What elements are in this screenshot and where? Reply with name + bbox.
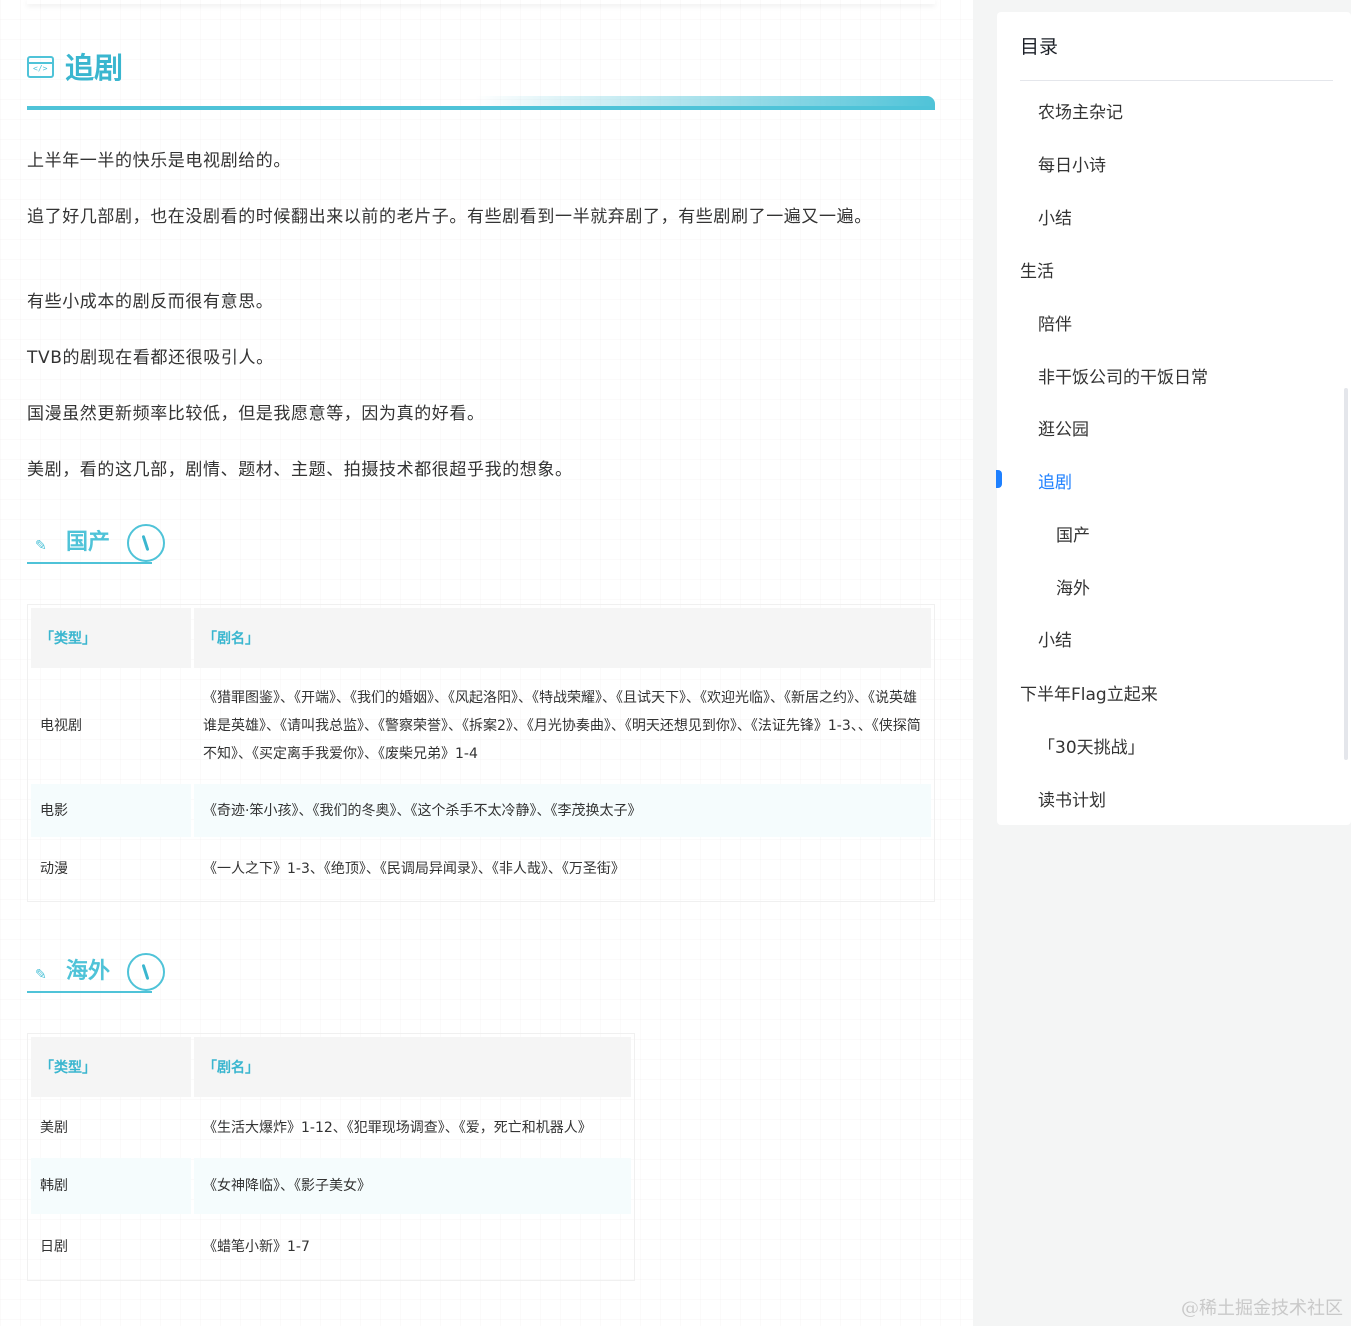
table-row: 电影 《奇迹·笨小孩》、《我们的冬奥》、《这个杀手不太冷静》、《李茂换太子》 xyxy=(31,784,931,837)
subheading-domestic: ✎ 国产 xyxy=(27,524,167,566)
pen-badge-icon xyxy=(127,953,165,991)
overseas-table: 「类型」 「剧名」 美剧 《生活大爆炸》1-12、《犯罪现场调查》、《爱，死亡和… xyxy=(27,1033,635,1281)
toc-item[interactable]: 小结 xyxy=(1038,204,1072,229)
toc-scrollbar[interactable] xyxy=(1344,388,1348,760)
toc-title: 目录 xyxy=(1020,36,1059,58)
code-window-icon: </> xyxy=(27,56,54,78)
article-top-edge xyxy=(27,0,935,4)
table-cell: 美剧 xyxy=(40,1119,68,1136)
article-content: </> 追剧 上半年一半的快乐是电视剧给的。 追了好几部剧，也在没剧看的时候翻出… xyxy=(0,0,973,1326)
pencil-icon: ✎ xyxy=(35,538,47,554)
table-row: 动漫 《一人之下》1-3、《绝顶》、《民调局异闻录》、《非人哉》、《万圣街》 xyxy=(31,840,931,898)
table-cell: 韩剧 xyxy=(31,1158,191,1214)
paragraph: 国漫虽然更新频率比较低，但是我愿意等，因为真的好看。 xyxy=(27,404,485,424)
toc-item[interactable]: 逛公园 xyxy=(1038,415,1089,440)
table-cell: 动漫 xyxy=(40,861,68,877)
toc-item[interactable]: 小结 xyxy=(1038,626,1072,651)
watermark: @稀土掘金技术社区 xyxy=(1181,1298,1343,1319)
table-cell: 《猎罪图鉴》、《开端》、《我们的婚姻》、《风起洛阳》、《特战荣耀》、《且试天下》… xyxy=(203,690,921,762)
toc-item[interactable]: 非干饭公司的干饭日常 xyxy=(1038,363,1208,388)
table-cell: 电影 xyxy=(31,784,191,837)
paragraph: 上半年一半的快乐是电视剧给的。 xyxy=(27,151,291,171)
domestic-table: 「类型」 「剧名」 电视剧 《猎罪图鉴》、《开端》、《我们的婚姻》、《风起洛阳》… xyxy=(27,604,935,902)
table-cell: 《女神降临》、《影子美女》 xyxy=(194,1158,631,1214)
section-title: 追剧 xyxy=(65,51,124,85)
table-header: 「剧名」 xyxy=(194,1037,631,1097)
toc-item[interactable]: 国产 xyxy=(1056,521,1090,546)
table-cell: 电视剧 xyxy=(40,718,82,734)
section-heading-underline xyxy=(27,94,935,110)
paragraph: 有些小成本的剧反而很有意思。 xyxy=(27,292,274,312)
toc-item[interactable]: 读书计划 xyxy=(1038,786,1106,811)
table-cell: 《一人之下》1-3、《绝顶》、《民调局异闻录》、《非人哉》、《万圣街》 xyxy=(203,861,625,877)
paragraph: 追了好几部剧，也在没剧看的时候翻出来以前的老片子。有些剧看到一半就弃剧了，有些剧… xyxy=(27,207,872,227)
table-cell: 日剧 xyxy=(40,1239,68,1255)
paragraph: TVB的剧现在看都还很吸引人。 xyxy=(27,348,274,368)
toc-item[interactable]: 「30天挑战」 xyxy=(1038,733,1145,758)
subheading-overseas: ✎ 海外 xyxy=(27,953,167,995)
pencil-icon: ✎ xyxy=(35,967,47,983)
subheading-title: 国产 xyxy=(66,530,111,555)
table-header: 「类型」 xyxy=(31,1037,191,1097)
paragraph: 美剧，看的这几部，剧情、题材、主题、拍摄技术都很超乎我的想象。 xyxy=(27,460,573,480)
toc-item[interactable]: 海外 xyxy=(1056,574,1090,599)
toc-active-marker xyxy=(996,470,1002,488)
table-cell: 《蜡笔小新》1-7 xyxy=(203,1239,310,1255)
subheading-title: 海外 xyxy=(66,959,111,984)
toc-item[interactable]: 下半年Flag立起来 xyxy=(1020,680,1158,705)
table-row: 电视剧 《猎罪图鉴》、《开端》、《我们的婚姻》、《风起洛阳》、《特战荣耀》、《且… xyxy=(31,671,931,781)
table-header: 「类型」 xyxy=(31,608,191,668)
table-row: 韩剧 《女神降临》、《影子美女》 xyxy=(31,1158,631,1214)
toc-item[interactable]: 每日小诗 xyxy=(1038,151,1106,176)
table-row: 日剧 《蜡笔小新》1-7 xyxy=(31,1217,631,1277)
table-cell: 《生活大爆炸》1-12、《犯罪现场调查》、《爱，死亡和机器人》 xyxy=(203,1119,592,1136)
pen-badge-icon xyxy=(127,524,165,562)
toc-item[interactable]: 生活 xyxy=(1020,257,1054,282)
table-of-contents: 目录 农场主杂记 每日小诗 小结 生活 陪伴 非干饭公司的干饭日常 逛公园 追剧… xyxy=(996,12,1351,825)
table-header: 「剧名」 xyxy=(194,608,931,668)
section-heading: </> 追剧 xyxy=(27,48,935,110)
toc-item[interactable]: 陪伴 xyxy=(1038,310,1072,335)
toc-divider xyxy=(1020,80,1333,81)
table-cell: 《奇迹·笨小孩》、《我们的冬奥》、《这个杀手不太冷静》、《李茂换太子》 xyxy=(194,784,931,837)
toc-item[interactable]: 农场主杂记 xyxy=(1038,98,1123,123)
table-row: 美剧 《生活大爆炸》1-12、《犯罪现场调查》、《爱，死亡和机器人》 xyxy=(31,1100,631,1155)
toc-item-active[interactable]: 追剧 xyxy=(1038,468,1072,493)
